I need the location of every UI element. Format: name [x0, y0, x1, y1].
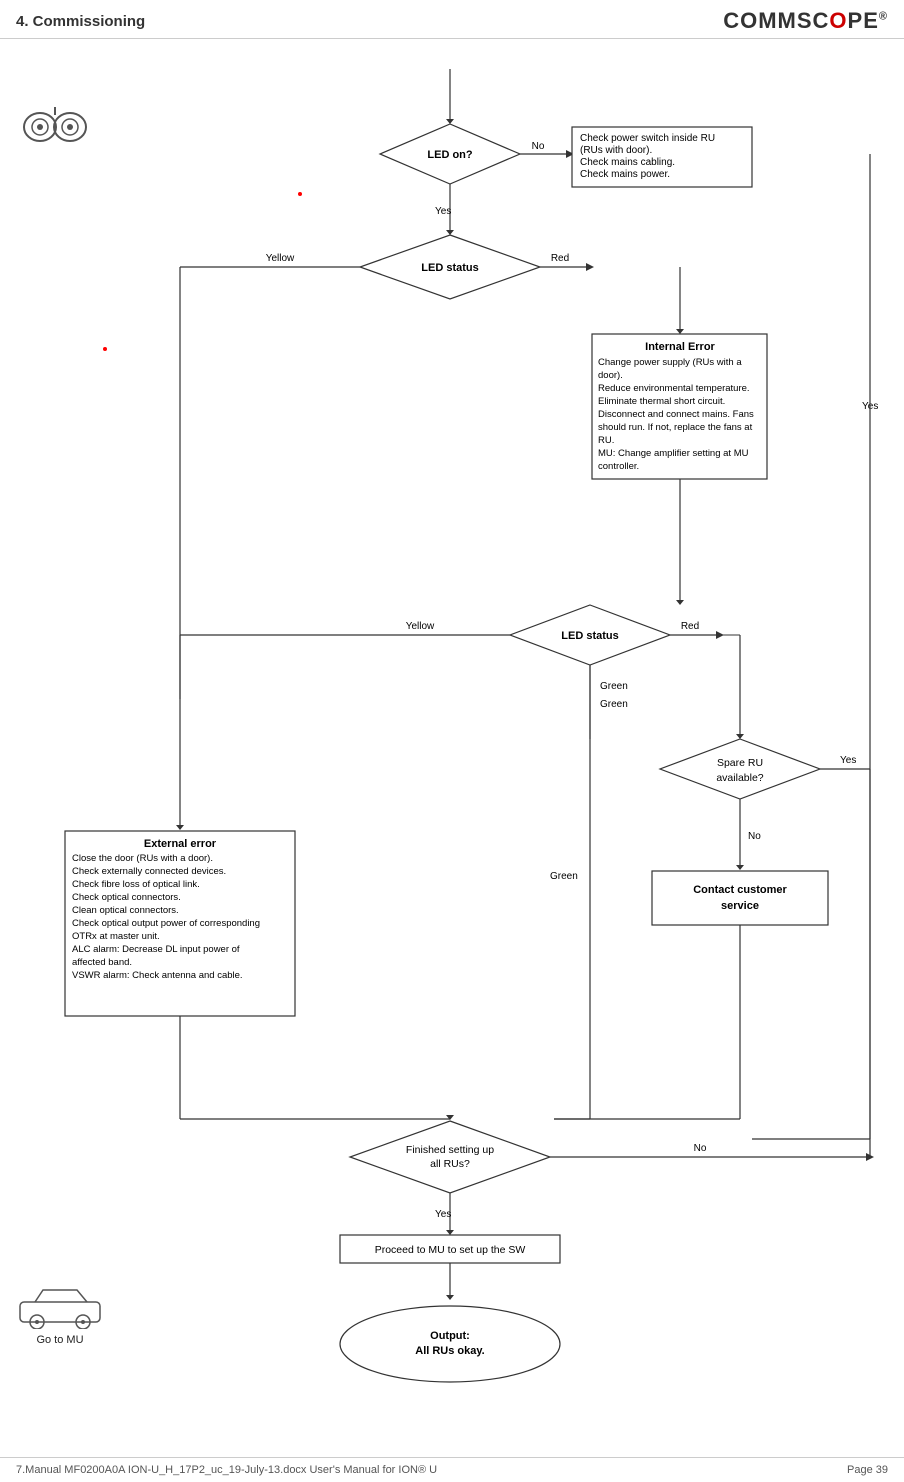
yellow1-label: Yellow	[266, 253, 295, 264]
green1-label: Green	[550, 871, 578, 882]
svg-text:Internal Error: Internal Error	[645, 341, 715, 353]
output-label: Output:	[430, 1330, 470, 1342]
svg-text:Finished setting up: Finished setting up	[406, 1144, 494, 1156]
svg-text:service: service	[721, 900, 759, 912]
proceed-label: Proceed to MU to set up the SW	[375, 1244, 526, 1256]
svg-text:Reduce environmental temperatu: Reduce environmental temperature.	[598, 383, 750, 394]
svg-text:Check optical connectors.: Check optical connectors.	[72, 892, 181, 903]
svg-text:affected band.: affected band.	[72, 957, 132, 968]
svg-text:Check fibre loss of optical li: Check fibre loss of optical link.	[72, 879, 200, 890]
yes2-label: Yes	[435, 1209, 451, 1220]
svg-text:Close the door (RUs with a doo: Close the door (RUs with a door).	[72, 853, 213, 864]
no1-label: No	[532, 141, 545, 152]
page-footer: 7.Manual MF0200A0A ION-U_H_17P2_uc_19-Ju…	[0, 1457, 904, 1482]
chapter-title: 4. Commissioning	[16, 13, 145, 30]
red2-label: Red	[681, 621, 699, 632]
svg-text:Check mains cabling.: Check mains cabling.	[580, 157, 675, 168]
no3-label: No	[694, 1143, 707, 1154]
svg-text:Check mains power.: Check mains power.	[580, 169, 670, 180]
contact-customer-label: Contact customer	[693, 884, 787, 896]
yes-spare-label: Yes	[840, 755, 856, 766]
check-power-text1: Check power switch inside RU	[580, 133, 715, 144]
svg-text:ALC alarm: Decrease DL input p: ALC alarm: Decrease DL input power of	[72, 944, 240, 955]
led-on-label: LED on?	[427, 149, 472, 161]
svg-text:Clean optical connectors.: Clean optical connectors.	[72, 905, 179, 916]
svg-text:door).: door).	[598, 370, 623, 381]
svg-text:MU: Change amplifier setting a: MU: Change amplifier setting at MU	[598, 448, 749, 459]
svg-text:Change power supply (RUs w: Change power supply (RUs with a	[598, 357, 742, 368]
svg-text:Spare RU: Spare RU	[717, 757, 763, 769]
led-status2-label: LED status	[561, 630, 618, 642]
svg-text:Eliminate thermal short circui: Eliminate thermal short circuit.	[598, 396, 725, 407]
red1-label: Red	[551, 253, 569, 264]
commscope-logo: COMMSCOPE®	[723, 8, 888, 34]
svg-text:VSWR alarm: Check antenna and: VSWR alarm: Check antenna and cable.	[72, 970, 243, 981]
svg-text:all RUs?: all RUs?	[430, 1158, 470, 1170]
svg-text:should run. If not, replace th: should run. If not, replace the fans at	[598, 422, 753, 433]
svg-text:Green: Green	[600, 681, 628, 692]
yes1-label: Yes	[435, 206, 451, 217]
svg-text:controller.: controller.	[598, 461, 639, 472]
diagram-area: Go to MU LED on? No Check power switch i…	[0, 39, 904, 1429]
external-error-title: External error	[144, 838, 217, 850]
led-status1-label: LED status	[421, 262, 478, 274]
no2-label: No	[748, 831, 761, 842]
svg-text:All RUs okay.: All RUs okay.	[415, 1345, 485, 1357]
svg-text:Check optical output power of: Check optical output power of correspond…	[72, 918, 260, 929]
svg-text:RU.: RU.	[598, 435, 614, 446]
green2-label: Green	[600, 699, 628, 710]
svg-text:Disconnect and connect mains.: Disconnect and connect mains. Fans	[598, 409, 754, 420]
yellow2-label: Yellow	[406, 621, 435, 632]
svg-text:available?: available?	[716, 772, 763, 784]
footer-doc-ref: 7.Manual MF0200A0A ION-U_H_17P2_uc_19-Ju…	[16, 1464, 437, 1476]
flowchart-svg: LED on? No Check power switch inside RU …	[0, 39, 904, 1429]
page-header: 4. Commissioning COMMSCOPE®	[0, 0, 904, 39]
svg-text:OTRx at master unit.: OTRx at master unit.	[72, 931, 160, 942]
svg-text:(RUs with door).: (RUs with door).	[580, 145, 652, 156]
footer-page: Page 39	[847, 1464, 888, 1476]
svg-text:Check externally connected dev: Check externally connected devices.	[72, 866, 226, 877]
